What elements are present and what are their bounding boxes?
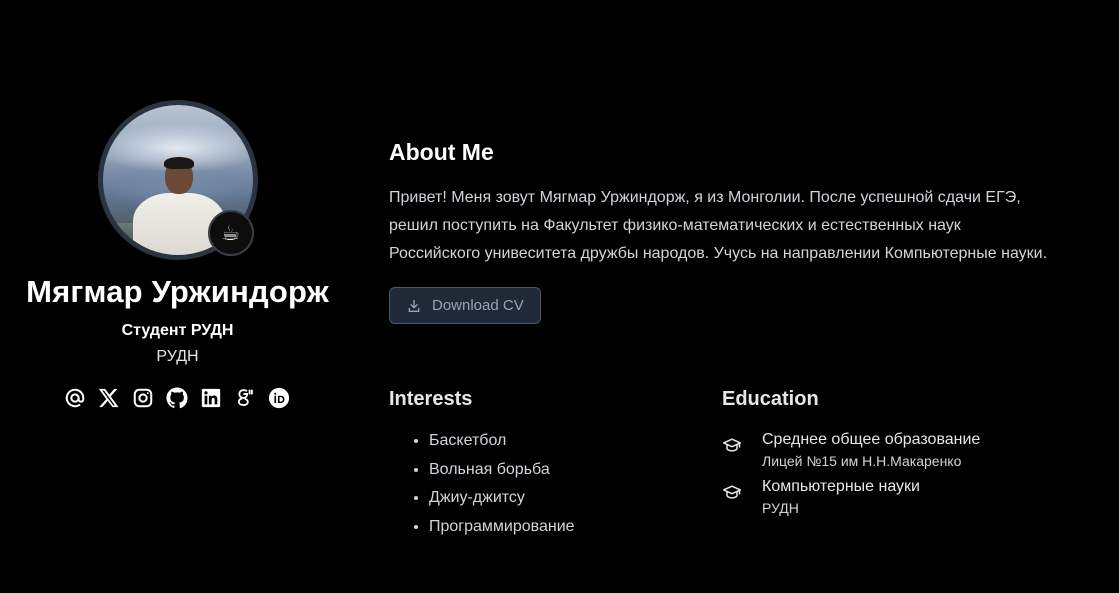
- orcid-icon[interactable]: [267, 386, 290, 409]
- instagram-icon[interactable]: [131, 386, 154, 409]
- education-list: Среднее общее образование Лицей №15 им Н…: [722, 430, 1062, 520]
- interests-list: Баскетбол Вольная борьба Джиу-джитсу Про…: [389, 427, 689, 542]
- profile-role: Студент РУДН: [121, 322, 234, 339]
- interests-section: Interests Баскетбол Вольная борьба Джиу-…: [389, 388, 689, 542]
- download-icon: [408, 299, 420, 312]
- email-icon[interactable]: [63, 386, 86, 409]
- graduation-cap-icon: [722, 430, 762, 473]
- interests-title: Interests: [389, 388, 473, 410]
- education-institution: РУДН: [762, 500, 799, 516]
- education-item: Среднее общее образование Лицей №15 им Н…: [722, 430, 1062, 473]
- about-text: Привет! Меня зовут Мягмар Уржиндорж, я и…: [389, 189, 1048, 262]
- download-cv-label: Download CV: [432, 297, 524, 314]
- interest-item: Джиу-джитсу: [429, 484, 689, 513]
- coffee-icon: ☕: [207, 210, 254, 256]
- social-links: [63, 386, 290, 409]
- graduation-cap-icon: [722, 477, 762, 520]
- education-degree: Компьютерные науки: [762, 478, 920, 495]
- profile-sidebar: ☕ Мягмар Уржиндорж Студент РУДН РУДН: [0, 100, 355, 409]
- profile-name: Мягмар Уржиндорж: [26, 274, 329, 309]
- education-degree: Среднее общее образование: [762, 431, 981, 448]
- about-title: About Me: [389, 139, 494, 165]
- download-cv-button[interactable]: Download CV: [389, 287, 541, 324]
- github-icon[interactable]: [165, 386, 188, 409]
- google-scholar-icon[interactable]: [233, 386, 256, 409]
- linkedin-icon[interactable]: [199, 386, 222, 409]
- x-icon[interactable]: [97, 386, 120, 409]
- about-section: About Me Привет! Меня зовут Мягмар Уржин…: [389, 139, 1069, 324]
- interest-item: Баскетбол: [429, 427, 689, 456]
- education-item: Компьютерные науки РУДН: [722, 477, 1062, 520]
- interest-item: Вольная борьба: [429, 456, 689, 485]
- avatar-container: ☕: [97, 100, 258, 260]
- profile-organization: РУДН: [156, 348, 199, 365]
- education-institution: Лицей №15 им Н.Н.Макаренко: [762, 453, 962, 469]
- education-section: Education Среднее общее образование Лице…: [722, 388, 1062, 520]
- education-title: Education: [722, 388, 819, 410]
- interest-item: Программирование: [429, 513, 689, 542]
